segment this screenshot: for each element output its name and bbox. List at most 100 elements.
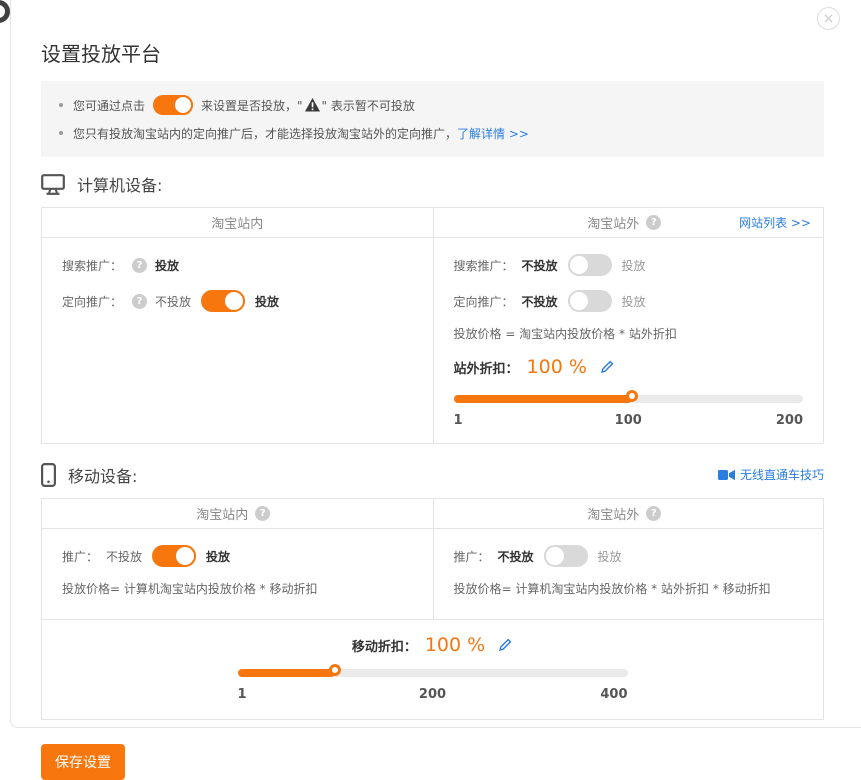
slider-thumb[interactable] <box>626 390 638 402</box>
state-on-label: 投放 <box>255 293 279 310</box>
state-off-label: 不投放 <box>155 293 191 310</box>
settings-modal: 设置投放平台 您可通过点击 来设置是否投放，" " 表示暂不可投放 您只有投放淘… <box>10 0 861 728</box>
example-toggle[interactable] <box>153 95 193 115</box>
discount-value: 100 % <box>425 634 485 656</box>
edit-icon[interactable] <box>497 637 513 653</box>
notice-text: 您可通过点击 <box>73 97 145 114</box>
discount-label: 站外折扣： <box>454 358 519 377</box>
header-label: 淘宝站内 <box>196 504 248 523</box>
state-on-label: 投放 <box>622 257 646 274</box>
scale-mid: 200 <box>419 687 446 702</box>
mobile-onsite-cell: 推广： 不投放 投放 投放价格= 计算机淘宝站内投放价格 * 移动折扣 <box>42 529 433 619</box>
state-on-label: 投放 <box>598 548 622 565</box>
notice-text: 来设置是否投放，" <box>201 97 303 114</box>
computer-offsite-search-toggle[interactable] <box>568 254 612 276</box>
warning-icon <box>305 98 320 112</box>
close-icon[interactable]: × <box>817 7 840 30</box>
mobile-discount-slider[interactable] <box>238 664 628 682</box>
mobile-icon <box>41 463 56 487</box>
toggle-knob <box>568 290 590 312</box>
toggle-knob <box>173 95 193 115</box>
learn-more-link[interactable]: 了解详情 >> <box>457 125 529 142</box>
row-label: 定向推广： <box>454 293 514 310</box>
state-on-label: 投放 <box>155 257 179 274</box>
scale-mid: 100 <box>615 413 642 428</box>
slider-scale: 1 200 400 <box>238 687 628 705</box>
target-promo-row: 定向推广： ? 不投放 投放 <box>62 290 413 312</box>
bullet-icon <box>59 103 63 107</box>
help-icon[interactable]: ? <box>646 506 661 521</box>
header-label: 淘宝站外 <box>587 504 639 523</box>
notice-box: 您可通过点击 来设置是否投放，" " 表示暂不可投放 您只有投放淘宝站内的定向推… <box>41 81 824 157</box>
toggle-knob <box>174 545 196 567</box>
mobile-table: 淘宝站内 ? 淘宝站外 ? 推广： 不投放 投放 投放价格= 计算机淘宝站内投放… <box>41 498 824 720</box>
notice-text: 您只有投放淘宝站内的定向推广后，才能选择投放淘宝站外的定向推广， <box>73 125 457 142</box>
state-off-label: 不投放 <box>106 548 142 565</box>
help-icon[interactable]: ? <box>255 506 270 521</box>
edit-icon[interactable] <box>599 359 615 375</box>
mobile-discount-line: 移动折扣： 100 % <box>62 632 803 658</box>
price-formula: 投放价格= 计算机淘宝站内投放价格 * 移动折扣 <box>62 581 413 597</box>
mobile-offsite-toggle[interactable] <box>544 545 588 567</box>
discount-value: 100 % <box>527 356 587 378</box>
price-formula: 投放价格= 计算机淘宝站内投放价格 * 站外折扣 * 移动折扣 <box>454 581 804 597</box>
computer-onsite-target-toggle[interactable] <box>201 290 245 312</box>
scale-min: 1 <box>238 687 247 705</box>
scale-max: 400 <box>600 687 627 705</box>
slider-scale: 1 100 200 <box>454 413 804 431</box>
search-promo-row: 搜索推广： 不投放 投放 <box>454 254 804 276</box>
mobile-section-title: 移动设备: <box>68 463 137 487</box>
save-button[interactable]: 保存设置 <box>41 744 125 780</box>
promo-row: 推广： 不投放 投放 <box>454 545 804 567</box>
mobile-section-header: 移动设备: 无线直通车技巧 <box>41 462 824 488</box>
offsite-discount-slider[interactable] <box>454 390 804 408</box>
state-off-label: 不投放 <box>498 548 534 565</box>
scale-min: 1 <box>454 413 463 431</box>
notice-text: " 表示暂不可投放 <box>322 97 415 114</box>
state-off-label: 不投放 <box>522 293 558 310</box>
row-label: 推广： <box>62 548 98 565</box>
scale-max: 200 <box>776 413 803 431</box>
row-label: 定向推广： <box>62 293 122 310</box>
row-label: 搜索推广： <box>454 257 514 274</box>
mobile-offsite-cell: 推广： 不投放 投放 投放价格= 计算机淘宝站内投放价格 * 站外折扣 * 移动… <box>433 529 824 619</box>
help-icon[interactable]: ? <box>132 258 147 273</box>
notice-line-2: 您只有投放淘宝站内的定向推广后，才能选择投放淘宝站外的定向推广， 了解详情 >> <box>59 119 806 147</box>
header-label: 淘宝站内 <box>211 213 263 232</box>
computer-section-title: 计算机设备: <box>77 172 162 196</box>
computer-section-header: 计算机设备: <box>41 171 824 197</box>
computer-offsite-cell: 搜索推广： 不投放 投放 定向推广： 不投放 投放 投放价格 = 淘宝站内投放价… <box>433 238 824 443</box>
search-promo-row: 搜索推广： ? 投放 <box>62 254 413 276</box>
help-icon[interactable]: ? <box>646 215 661 230</box>
promo-row: 推广： 不投放 投放 <box>62 545 413 567</box>
wireless-tips-link[interactable]: 无线直通车技巧 <box>718 466 824 483</box>
bullet-icon <box>59 131 63 135</box>
decoration-ring <box>0 0 10 23</box>
state-off-label: 不投放 <box>522 257 558 274</box>
toggle-knob <box>223 290 245 312</box>
mobile-onsite-toggle[interactable] <box>152 545 196 567</box>
offsite-discount-row: 站外折扣： 100 % <box>454 354 804 380</box>
video-icon <box>718 469 735 481</box>
toggle-knob <box>544 545 566 567</box>
mobile-onsite-header: 淘宝站内 ? <box>42 499 433 529</box>
website-list-link[interactable]: 网站列表 >> <box>739 214 811 231</box>
state-on-label: 投放 <box>206 548 230 565</box>
help-icon[interactable]: ? <box>132 294 147 309</box>
computer-table: 淘宝站内 淘宝站外 ? 网站列表 >> 搜索推广： ? 投放 定向推广： ? 不… <box>41 207 824 444</box>
slider-thumb[interactable] <box>329 664 341 676</box>
page-title: 设置投放平台 <box>41 2 824 67</box>
slider-fill <box>238 669 336 677</box>
mobile-discount-row: 移动折扣： 100 % 1 200 400 <box>42 619 823 719</box>
discount-label: 移动折扣： <box>352 636 417 655</box>
computer-offsite-target-toggle[interactable] <box>568 290 612 312</box>
computer-onsite-header: 淘宝站内 <box>42 208 433 238</box>
target-promo-row: 定向推广： 不投放 投放 <box>454 290 804 312</box>
notice-line-1: 您可通过点击 来设置是否投放，" " 表示暂不可投放 <box>59 91 806 119</box>
toggle-knob <box>568 254 590 276</box>
row-label: 搜索推广： <box>62 257 122 274</box>
mobile-offsite-header: 淘宝站外 ? <box>433 499 824 529</box>
computer-icon <box>41 174 65 195</box>
computer-offsite-header: 淘宝站外 ? 网站列表 >> <box>433 208 824 238</box>
link-label: 无线直通车技巧 <box>740 466 824 483</box>
